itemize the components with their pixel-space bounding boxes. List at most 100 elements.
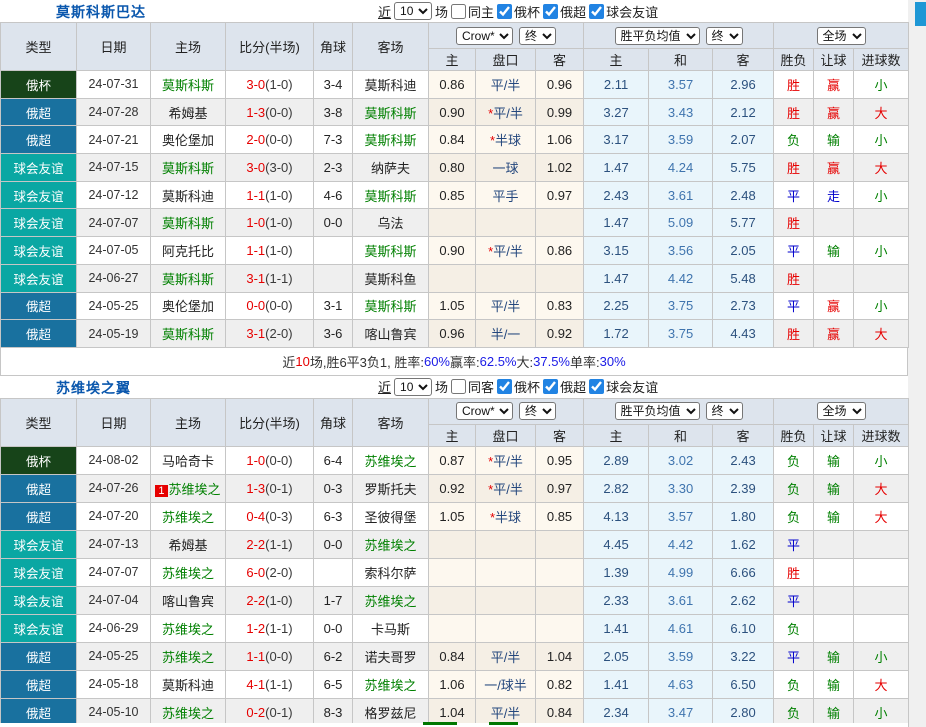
home-odds: 0.85 [429,181,476,209]
score-halfscore: 3-0(3-0) [226,154,314,182]
handicap-line [476,558,536,586]
cup-checkbox-group-2: 俄杯 [497,377,540,396]
match-row: 球会友谊24-06-27莫斯科斯3-1(1-1)莫斯科鱼1.474.425.48… [1,264,909,292]
avg-draw-odds: 3.61 [649,181,713,209]
home-team: 希姆基 [151,98,226,126]
away-odds: 0.92 [536,320,584,348]
avg-final-select[interactable]: 终 [706,27,743,45]
odds-final-select[interactable]: 终 [519,27,556,45]
away-team: 罗斯托夫 [353,474,429,502]
same-away-checkbox[interactable] [451,379,466,394]
score-halfscore: 1-3(0-1) [226,474,314,502]
result-goals [854,209,909,237]
home-team: 奥伦堡加 [151,292,226,320]
score-halfscore: 2-2(1-1) [226,530,314,558]
result-wdl: 平 [774,530,814,558]
friendly-checkbox-group: 球会友谊 [589,2,658,21]
home-odds: 0.84 [429,126,476,154]
score-halfscore: 1-0(1-0) [226,209,314,237]
match-row: 俄杯24-07-31莫斯科斯3-0(1-0)3-4莫斯科迪0.86平/半0.96… [1,71,909,99]
result-handicap: 赢 [814,154,854,182]
league-label-2: 俄超 [560,377,586,396]
match-type-badge: 俄超 [1,320,77,348]
result-wdl: 胜 [774,320,814,348]
cup-label: 俄杯 [514,2,540,21]
avg-select-2[interactable]: 胜平负均值 [615,402,700,420]
fullmatch-select-2[interactable]: 全场 [817,402,866,420]
avg-home-odds: 2.25 [584,292,649,320]
cup-checkbox-2[interactable] [497,379,512,394]
home-team: 苏维埃之 [151,502,226,530]
cup-checkbox[interactable] [497,4,512,19]
avg-away-odds: 2.39 [713,474,774,502]
near-link-2[interactable]: 近 [378,377,391,396]
result-wdl: 负 [774,670,814,698]
friendly-checkbox[interactable] [589,4,604,19]
avg-away-odds: 1.80 [713,502,774,530]
avg-draw-odds: 3.59 [649,126,713,154]
avg-home-odds: 2.33 [584,586,649,614]
col-handicap: 盘口 [476,424,536,446]
away-odds [536,586,584,614]
handicap-line: *平/半 [476,237,536,265]
away-odds: 0.95 [536,446,584,474]
avg-select[interactable]: 胜平负均值 [615,27,700,45]
home-team: 苏维埃之 [151,614,226,642]
odds-company-select[interactable]: Crow* [456,27,513,45]
odds-final-select-2[interactable]: 终 [519,402,556,420]
cutoff-green-bar [489,722,518,725]
result-wdl: 胜 [774,558,814,586]
games-label-2: 场 [435,377,448,396]
home-team: 莫斯科迪 [151,181,226,209]
summary-handicap-rate: 62.5% [480,354,517,369]
result-wdl: 平 [774,642,814,670]
league-checkbox[interactable] [543,4,558,19]
avg-draw-odds: 3.59 [649,642,713,670]
near-count-select[interactable]: 10 [394,2,432,20]
away-odds: 0.83 [536,292,584,320]
fullmatch-select[interactable]: 全场 [817,27,866,45]
friendly-checkbox-2[interactable] [589,379,604,394]
near-count-select-2[interactable]: 10 [394,378,432,396]
result-goals [854,558,909,586]
result-wdl: 负 [774,614,814,642]
corner-score: 3-6 [314,320,353,348]
avg-final-select-2[interactable]: 终 [706,402,743,420]
corner-score [314,264,353,292]
summary-win-rate: 60% [424,354,450,369]
avg-draw-odds: 3.57 [649,502,713,530]
odds-company-select-2[interactable]: Crow* [456,402,513,420]
matches-table-1: 类型 日期 主场 比分(半场) 角球 客场 Crow* 终 胜平负均值 [0,22,909,348]
same-home-checkbox[interactable] [451,4,466,19]
summary-big-rate: 37.5% [533,354,570,369]
corner-score: 3-4 [314,71,353,99]
match-date: 24-07-21 [77,126,151,154]
avg-home-odds: 1.47 [584,154,649,182]
away-odds [536,264,584,292]
home-team: 阿克托比 [151,237,226,265]
away-odds [536,530,584,558]
match-row: 俄超24-07-28希姆基1-3(0-0)3-8莫斯科斯0.90*平/半0.99… [1,98,909,126]
result-goals: 大 [854,98,909,126]
handicap-line: *平/半 [476,474,536,502]
col-away: 客场 [353,398,429,446]
away-odds: 0.86 [536,237,584,265]
result-handicap: 输 [814,502,854,530]
league-checkbox-2[interactable] [543,379,558,394]
score-halfscore: 0-0(0-0) [226,292,314,320]
summary-label-single: 单率: [570,352,600,371]
result-handicap [814,558,854,586]
away-team: 莫斯科鱼 [353,264,429,292]
home-team: 苏维埃之 [151,558,226,586]
score-halfscore: 1-1(1-0) [226,181,314,209]
result-goals: 小 [854,292,909,320]
corner-score: 6-3 [314,502,353,530]
col-avg-away: 客 [713,49,774,71]
home-team: 希姆基 [151,530,226,558]
match-date: 24-05-19 [77,320,151,348]
result-goals: 小 [854,446,909,474]
corner-score: 0-0 [314,530,353,558]
avg-draw-odds: 3.75 [649,320,713,348]
near-link[interactable]: 近 [378,2,391,21]
scrollbar-thumb[interactable] [915,2,926,26]
